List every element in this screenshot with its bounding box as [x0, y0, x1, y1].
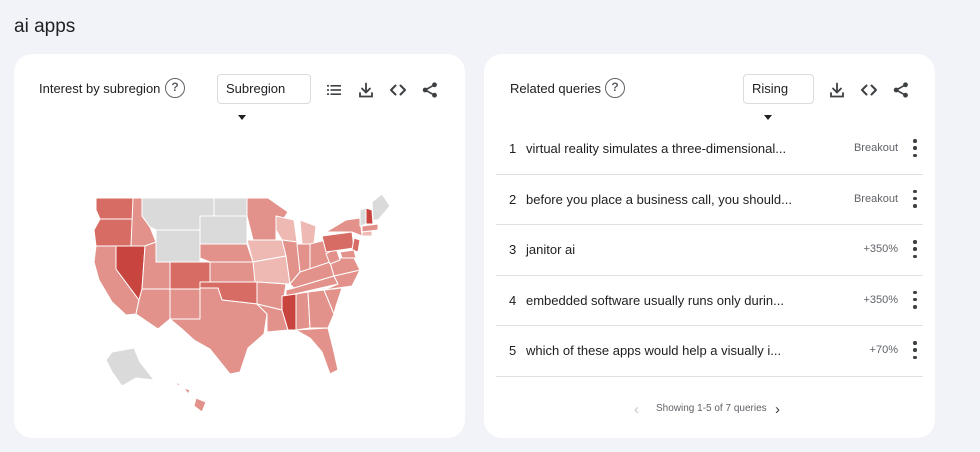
pagination-label: Showing 1-5 of 7 queries: [656, 403, 767, 414]
state-washington: [95, 197, 134, 220]
resolution-select[interactable]: Subregion: [217, 74, 311, 121]
caret-down-icon: [764, 115, 772, 121]
interest-by-subregion-card: Interest by subregion ? Subregion: [14, 54, 465, 438]
query-value: +70%: [869, 344, 898, 356]
query-value: +350%: [863, 243, 898, 255]
query-row[interactable]: 5 which of these apps would help a visua…: [496, 326, 923, 377]
chevron-right-icon[interactable]: ›: [775, 401, 780, 418]
chevron-left-icon[interactable]: ‹: [634, 401, 639, 418]
query-index: 3: [509, 242, 517, 257]
state-hawaii: [175, 381, 207, 413]
state-michigan: [299, 219, 317, 245]
share-icon[interactable]: [891, 80, 911, 100]
query-row[interactable]: 1 virtual reality simulates a three-dime…: [496, 124, 923, 175]
card-title: Related queries: [510, 81, 602, 96]
more-vert-icon[interactable]: [912, 189, 918, 208]
query-row[interactable]: 3 janitor ai +350%: [496, 225, 923, 276]
pagination: ‹ Showing 1-5 of 7 queries ›: [484, 400, 935, 418]
query-value: +350%: [863, 293, 898, 306]
state-north-dakota: [213, 197, 248, 217]
query-index: 2: [509, 191, 517, 207]
state-connecticut: [361, 230, 373, 237]
state-oregon: [93, 218, 134, 247]
page-title: ai apps: [14, 16, 76, 37]
download-icon[interactable]: [827, 80, 847, 100]
more-vert-icon[interactable]: [912, 139, 918, 157]
query-row[interactable]: 2 before you place a business call, you …: [496, 175, 923, 225]
embed-code-icon[interactable]: [859, 80, 879, 100]
share-icon[interactable]: [420, 80, 440, 100]
state-maine: [371, 193, 390, 221]
help-icon[interactable]: ?: [605, 78, 625, 98]
resolution-select-value: Subregion: [226, 81, 286, 96]
state-wyoming: [155, 229, 201, 263]
state-arizona: [135, 288, 171, 330]
state-kansas: [209, 261, 256, 283]
related-queries-list: 1 virtual reality simulates a three-dime…: [496, 124, 923, 377]
card-header: Interest by subregion ? Subregion: [14, 74, 465, 121]
card-header: Related queries ? Rising: [484, 74, 935, 121]
query-text[interactable]: which of these apps would help a visuall…: [526, 343, 781, 358]
query-index: 4: [509, 292, 517, 308]
state-pennsylvania: [321, 231, 355, 253]
query-row[interactable]: 4 embedded software usually runs only du…: [496, 276, 923, 326]
query-value: Breakout: [853, 192, 898, 205]
query-type-select[interactable]: Rising: [743, 74, 814, 121]
more-vert-icon[interactable]: [912, 290, 918, 309]
query-text[interactable]: janitor ai: [526, 242, 575, 257]
embed-code-icon[interactable]: [388, 80, 408, 100]
help-icon[interactable]: ?: [165, 78, 185, 98]
state-vermont: [359, 207, 367, 227]
more-vert-icon[interactable]: [912, 341, 918, 359]
more-vert-icon[interactable]: [912, 240, 918, 258]
query-value: Breakout: [853, 142, 898, 154]
us-states-map[interactable]: [90, 192, 390, 422]
caret-down-icon: [238, 115, 246, 121]
state-new-hampshire: [365, 207, 374, 225]
state-alaska: [105, 347, 155, 387]
state-wisconsin: [275, 215, 298, 243]
query-index: 1: [509, 141, 517, 156]
query-text[interactable]: embedded software usually runs only duri…: [526, 293, 784, 308]
card-title: Interest by subregion: [39, 81, 161, 96]
state-new-mexico: [169, 288, 201, 320]
query-text[interactable]: virtual reality simulates a three-dimens…: [526, 141, 786, 156]
download-icon[interactable]: [356, 80, 376, 100]
query-text[interactable]: before you place a business call, you sh…: [526, 192, 792, 207]
query-type-select-value: Rising: [752, 81, 789, 96]
state-florida: [295, 327, 339, 375]
query-index: 5: [509, 343, 517, 358]
state-nebraska: [199, 243, 254, 263]
list-icon[interactable]: [324, 80, 344, 100]
state-maryland: [339, 249, 357, 259]
related-queries-card: Related queries ? Rising 1 virtual reali…: [484, 54, 935, 438]
state-south-dakota: [199, 215, 248, 245]
